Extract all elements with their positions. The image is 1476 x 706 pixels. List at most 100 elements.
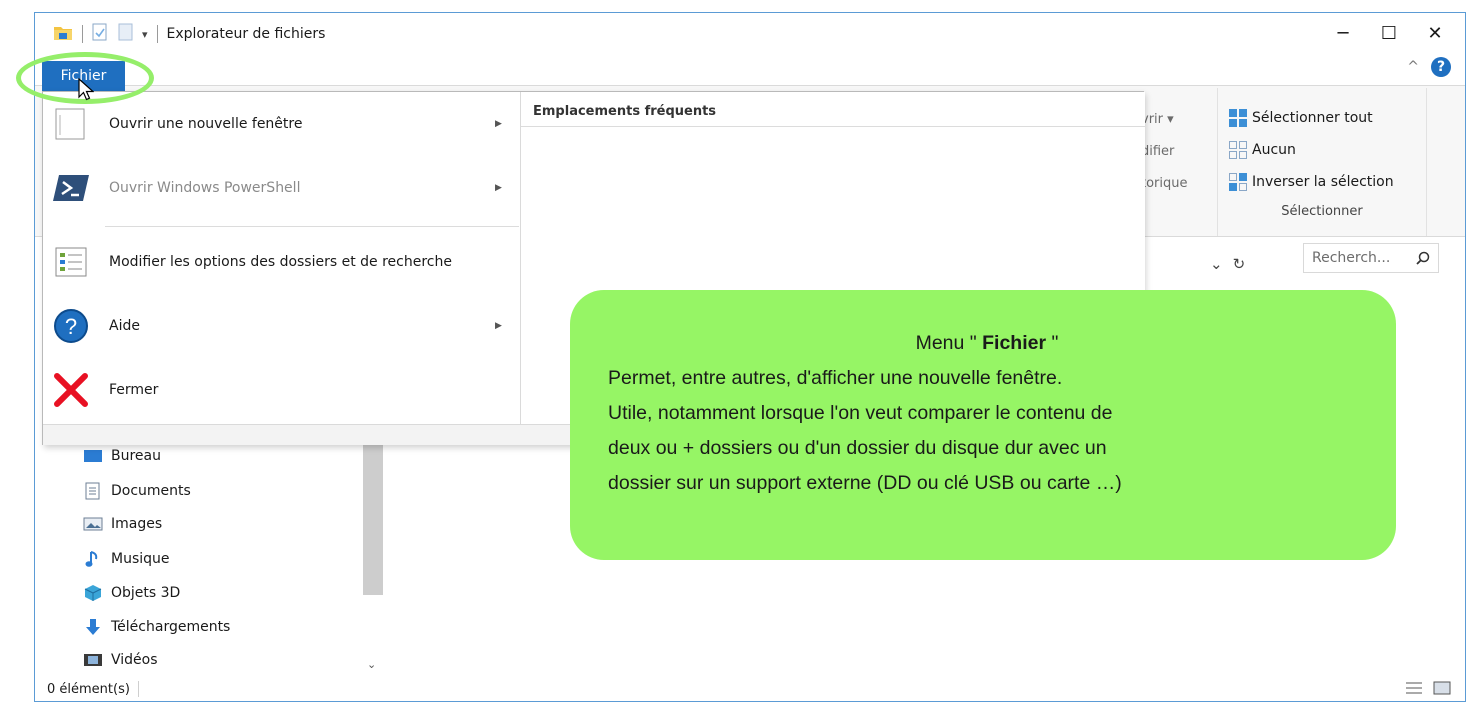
window-title: Explorateur de fichiers <box>166 26 326 42</box>
close-window-button[interactable]: ✕ <box>1413 13 1457 53</box>
address-dropdown-icon[interactable]: ⌄ <box>1210 255 1223 273</box>
title-bar: ▾ Explorateur de fichiers ─ ☐ ✕ <box>35 13 1465 53</box>
nav-item-label: Objets 3D <box>111 585 181 601</box>
invert-selection-label: Inverser la sélection <box>1252 174 1394 190</box>
menu-separator <box>105 226 519 227</box>
desktop-icon <box>84 450 102 462</box>
search-input[interactable]: Recherch... <box>1303 243 1439 273</box>
menu-item-label: Ouvrir Windows PowerShell <box>109 180 301 196</box>
nav-item-label: Images <box>111 516 163 532</box>
pictures-icon <box>83 517 103 531</box>
nav-item-label: Documents <box>111 483 191 499</box>
minimize-button[interactable]: ─ <box>1321 13 1365 53</box>
toolbar-separator <box>82 25 83 43</box>
toolbar-separator <box>156 25 158 43</box>
3d-objects-icon <box>84 585 102 601</box>
menu-item-label: Modifier les options des dossiers et de … <box>109 254 452 270</box>
callout-title-suffix: " <box>1046 332 1059 354</box>
menu-item-help[interactable]: ? Aide ▶ <box>43 294 519 358</box>
folder-icon[interactable] <box>53 23 73 45</box>
quick-access-toolbar: ▾ Explorateur de fichiers <box>53 23 325 45</box>
item-count: 0 élément(s) <box>47 681 130 697</box>
nav-item-bureau[interactable]: Bureau <box>83 448 161 464</box>
callout-line: Utile, notamment lorsque l'on veut compa… <box>608 402 1113 424</box>
frequent-places-title: Emplacements fréquents <box>533 104 717 119</box>
close-icon <box>51 372 91 408</box>
navigation-pane: Bureau Documents Images Musique Objets 3… <box>35 418 385 683</box>
status-bar: 0 élément(s) <box>47 681 139 697</box>
nav-item-objets-3d[interactable]: Objets 3D <box>83 584 180 602</box>
ribbon-tab-row: ^ ? <box>35 53 1465 85</box>
downloads-icon <box>86 619 100 635</box>
select-group-title: Sélectionner <box>1281 204 1363 219</box>
callout-line: Permet, entre autres, d'afficher une nou… <box>608 367 1063 389</box>
address-bar-controls: ⌄ ↻ <box>1210 255 1245 273</box>
nav-item-documents[interactable]: Documents <box>83 482 191 500</box>
callout-line: deux ou + dossiers ou d'un dossier du di… <box>608 437 1107 459</box>
collapse-ribbon-icon[interactable]: ^ <box>1407 59 1419 75</box>
ribbon-controls: ^ ? <box>1407 57 1451 77</box>
select-all-icon <box>1229 109 1247 127</box>
help-icon: ? <box>51 308 91 344</box>
menu-item-folder-options[interactable]: Modifier les options des dossiers et de … <box>43 230 519 294</box>
new-folder-icon[interactable] <box>118 23 134 45</box>
menu-item-close[interactable]: Fermer <box>43 358 519 422</box>
customize-toolbar-icon[interactable]: ▾ <box>142 28 148 41</box>
callout-line: dossier sur un support externe (DD ou cl… <box>608 472 1122 494</box>
menu-item-powershell[interactable]: Ouvrir Windows PowerShell ▶ <box>43 156 519 220</box>
ribbon-modify-button[interactable]: difier <box>1141 144 1174 159</box>
refresh-icon[interactable]: ↻ <box>1233 255 1246 273</box>
callout-title: Menu " Fichier " <box>608 326 1366 361</box>
maximize-button[interactable]: ☐ <box>1367 13 1411 53</box>
music-icon <box>85 551 98 567</box>
submenu-arrow-icon: ▶ <box>495 183 502 193</box>
select-none-label: Aucun <box>1252 142 1296 158</box>
nav-scrollbar[interactable]: ⌄ <box>363 430 383 671</box>
nav-item-label: Vidéos <box>111 652 158 668</box>
callout-title-prefix: Menu " <box>915 332 983 354</box>
invert-selection-button[interactable]: Inverser la sélection <box>1228 172 1394 192</box>
svg-text:?: ? <box>65 314 77 339</box>
new-window-icon <box>51 106 91 142</box>
frequent-places-divider <box>521 126 1145 127</box>
scroll-down-icon[interactable]: ⌄ <box>367 658 376 671</box>
nav-item-label: Téléchargements <box>111 619 231 635</box>
properties-icon[interactable] <box>92 23 108 45</box>
search-icon <box>1416 251 1430 265</box>
powershell-icon <box>51 170 91 206</box>
invert-selection-icon <box>1229 173 1247 191</box>
nav-item-musique[interactable]: Musique <box>83 550 170 568</box>
nav-item-images[interactable]: Images <box>83 516 162 532</box>
nav-item-telechargements[interactable]: Téléchargements <box>83 618 230 636</box>
help-icon[interactable]: ? <box>1431 57 1451 77</box>
scroll-thumb[interactable] <box>363 430 383 595</box>
nav-item-label: Bureau <box>111 448 161 464</box>
callout-title-bold: Fichier <box>982 332 1047 354</box>
select-group: Sélectionner tout Aucun Inverser la séle… <box>1217 88 1427 236</box>
submenu-arrow-icon: ▶ <box>495 321 502 331</box>
ribbon-history-button[interactable]: torique <box>1141 176 1188 191</box>
menu-item-label: Fermer <box>109 382 159 398</box>
file-menu-commands: Ouvrir une nouvelle fenêtre ▶ Ouvrir Win… <box>43 92 519 424</box>
ribbon-open-button[interactable]: vrir ▾ <box>1141 112 1174 127</box>
nav-item-label: Musique <box>111 551 170 567</box>
nav-item-videos[interactable]: Vidéos <box>83 652 158 668</box>
view-switcher <box>1405 681 1451 695</box>
select-none-icon <box>1229 141 1247 159</box>
select-all-button[interactable]: Sélectionner tout <box>1228 108 1373 128</box>
documents-icon <box>85 482 100 500</box>
menu-item-label: Aide <box>109 318 140 334</box>
status-separator <box>137 681 139 697</box>
submenu-arrow-icon: ▶ <box>495 119 502 129</box>
menu-item-new-window[interactable]: Ouvrir une nouvelle fenêtre ▶ <box>43 92 519 156</box>
annotation-callout: Menu " Fichier " Permet, entre autres, d… <box>570 290 1396 560</box>
folder-options-icon <box>51 244 91 280</box>
select-all-label: Sélectionner tout <box>1252 110 1373 126</box>
mouse-cursor-icon <box>78 78 94 101</box>
select-none-button[interactable]: Aucun <box>1228 140 1296 160</box>
menu-item-label: Ouvrir une nouvelle fenêtre <box>109 116 303 132</box>
videos-icon <box>84 654 102 666</box>
large-icons-view-icon[interactable] <box>1433 681 1451 695</box>
details-view-icon[interactable] <box>1405 681 1423 695</box>
search-placeholder: Recherch... <box>1312 250 1391 266</box>
